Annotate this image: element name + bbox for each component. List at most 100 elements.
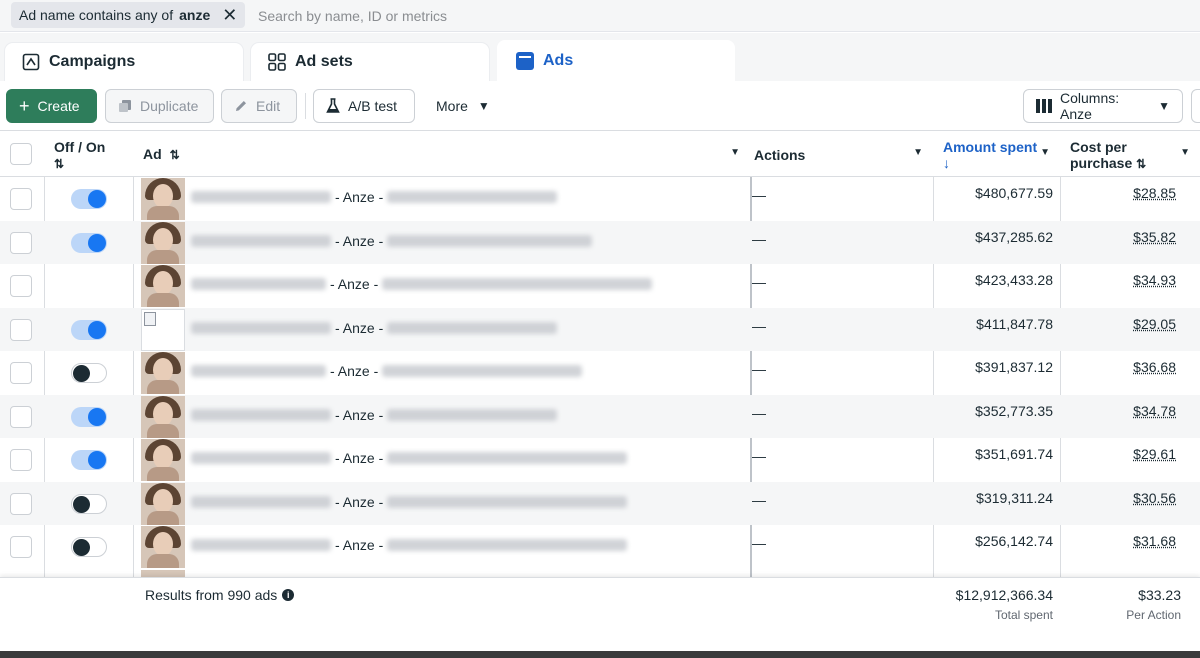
header-actions[interactable]: Actions ▼	[754, 131, 933, 177]
caret-down-icon: ▼	[477, 99, 490, 113]
ad-thumbnail[interactable]	[141, 178, 185, 220]
cost-per-purchase-value[interactable]: $35.82	[1061, 229, 1176, 245]
thumbnail-body	[147, 380, 179, 394]
cost-per-purchase-value[interactable]: $34.93	[1061, 272, 1176, 288]
cost-per-purchase-value[interactable]: $34.78	[1061, 403, 1176, 419]
row-checkbox[interactable]	[10, 275, 32, 297]
table-row[interactable]: - Anze - — $423,433.28 $34.93	[0, 264, 1200, 308]
cost-per-purchase-value[interactable]: $31.68	[1061, 533, 1176, 549]
info-icon[interactable]: i	[282, 589, 295, 601]
more-button[interactable]: More ▼	[424, 89, 504, 123]
table-row[interactable]: - Anze - — $352,773.35 $34.78	[0, 394, 1200, 438]
caret-down-icon: ▼	[913, 147, 923, 158]
thumbnail-face	[153, 488, 173, 513]
duplicate-label: Duplicate	[140, 98, 199, 114]
ad-thumbnail[interactable]	[141, 482, 185, 525]
ad-thumbnail[interactable]	[141, 395, 185, 438]
header-amount-spent[interactable]: Amount spent ↓ ▼	[943, 131, 1060, 177]
edit-label: Edit	[256, 98, 281, 114]
table-row[interactable]: - Anze - — $256,142.74 $31.68	[0, 525, 1200, 569]
ad-name-link[interactable]: - Anze -	[191, 233, 593, 249]
cost-per-purchase-value[interactable]: $29.61	[1061, 446, 1176, 462]
row-checkbox[interactable]	[10, 362, 32, 384]
select-all-checkbox[interactable]	[10, 143, 32, 165]
row-checkbox[interactable]	[10, 405, 32, 428]
cost-per-purchase-value[interactable]: $28.85	[1061, 185, 1176, 201]
edit-button[interactable]: Edit	[221, 89, 297, 123]
redacted-text	[387, 495, 628, 508]
row-checkbox[interactable]	[10, 318, 32, 341]
row-checkbox[interactable]	[10, 449, 32, 471]
header-ad[interactable]: Ad ⇅ ▼	[143, 131, 750, 177]
table-row[interactable]: - Anze - — $411,847.78 $29.05	[0, 307, 1200, 351]
redacted-text	[387, 452, 628, 464]
ad-name-visible-part: - Anze -	[330, 276, 379, 292]
ads-table: Off / On ⇅ Ad ⇅ ▼ Actions ▼ Amount spent…	[0, 131, 1200, 651]
status-toggle[interactable]	[71, 363, 107, 383]
search-input[interactable]	[258, 5, 858, 27]
broken-image-icon[interactable]	[141, 308, 185, 351]
status-toggle[interactable]	[71, 189, 107, 209]
table-row[interactable]: - Anze - — $351,691.74 $29.61	[0, 438, 1200, 482]
status-toggle[interactable]	[71, 450, 107, 470]
ad-name-link[interactable]: - Anze -	[191, 537, 628, 553]
ad-name-link[interactable]: - Anze -	[191, 320, 558, 336]
table-row-partial	[0, 569, 1200, 577]
header-cost-per-purchase[interactable]: Cost per purchase ⇅ ▼	[1070, 131, 1200, 177]
row-checkbox[interactable]	[10, 231, 32, 254]
row-checkbox[interactable]	[10, 536, 32, 558]
ad-name-link[interactable]: - Anze -	[191, 276, 653, 292]
columns-button[interactable]: Columns: Anze ▼	[1023, 89, 1183, 123]
table-row[interactable]: - Anze - — $319,311.24 $30.56	[0, 481, 1200, 525]
header-cpp-label-2: purchase	[1070, 155, 1133, 171]
more-label: More	[436, 98, 468, 114]
ad-thumbnail	[141, 570, 185, 577]
actions-value: —	[752, 448, 766, 464]
window-bottom-edge	[0, 651, 1200, 658]
status-toggle[interactable]	[71, 406, 107, 427]
close-icon[interactable]: ✕	[222, 2, 237, 28]
row-checkbox[interactable]	[10, 188, 32, 210]
ad-name-link[interactable]: - Anze -	[191, 189, 558, 205]
row-checkbox[interactable]	[10, 492, 32, 515]
status-toggle[interactable]	[71, 537, 107, 557]
ad-name-link[interactable]: - Anze -	[191, 363, 583, 379]
flask-icon	[326, 98, 340, 114]
tab-campaigns[interactable]: Campaigns	[5, 43, 243, 81]
overflow-button[interactable]	[1191, 89, 1200, 123]
redacted-text	[191, 321, 331, 334]
actions-value: —	[752, 535, 766, 551]
ad-name-link[interactable]: - Anze -	[191, 450, 628, 466]
ad-thumbnail[interactable]	[141, 439, 185, 481]
status-toggle[interactable]	[71, 493, 107, 514]
cost-per-purchase-value[interactable]: $29.05	[1061, 316, 1176, 332]
broken-image-glyph	[144, 311, 156, 326]
ad-name-link[interactable]: - Anze -	[191, 494, 628, 510]
status-toggle[interactable]	[71, 232, 107, 253]
filter-bar: Ad name contains any of anze ✕	[0, 0, 1200, 32]
ab-test-button[interactable]: A/B test	[313, 89, 415, 123]
duplicate-button[interactable]: Duplicate	[105, 89, 214, 123]
tab-ad-sets[interactable]: Ad sets	[251, 43, 489, 81]
ad-thumbnail[interactable]	[141, 526, 185, 568]
create-button[interactable]: + Create	[6, 89, 97, 123]
table-row[interactable]: - Anze - — $391,837.12 $36.68	[0, 351, 1200, 395]
ad-name-visible-part: - Anze -	[335, 450, 384, 466]
ad-name-link[interactable]: - Anze -	[191, 407, 558, 423]
redacted-text	[387, 234, 593, 247]
status-toggle[interactable]	[71, 319, 107, 340]
ad-thumbnail[interactable]	[141, 352, 185, 394]
tab-ads[interactable]: Ads	[497, 40, 735, 81]
table-row[interactable]: - Anze - — $480,677.59 $28.85	[0, 177, 1200, 221]
caret-down-icon: ▼	[1040, 147, 1050, 158]
table-row[interactable]: - Anze - — $437,285.62 $35.82	[0, 220, 1200, 264]
cost-per-purchase-value[interactable]: $30.56	[1061, 490, 1176, 506]
ad-thumbnail[interactable]	[141, 221, 185, 264]
toggle-knob	[73, 365, 90, 382]
cost-per-purchase-value[interactable]: $36.68	[1061, 359, 1176, 375]
header-ad-label: Ad	[143, 146, 162, 162]
ad-thumbnail[interactable]	[141, 265, 185, 307]
tab-label: Ad sets	[295, 53, 353, 70]
header-off-on[interactable]: Off / On ⇅	[54, 131, 134, 177]
filter-chip[interactable]: Ad name contains any of anze ✕	[11, 2, 246, 28]
